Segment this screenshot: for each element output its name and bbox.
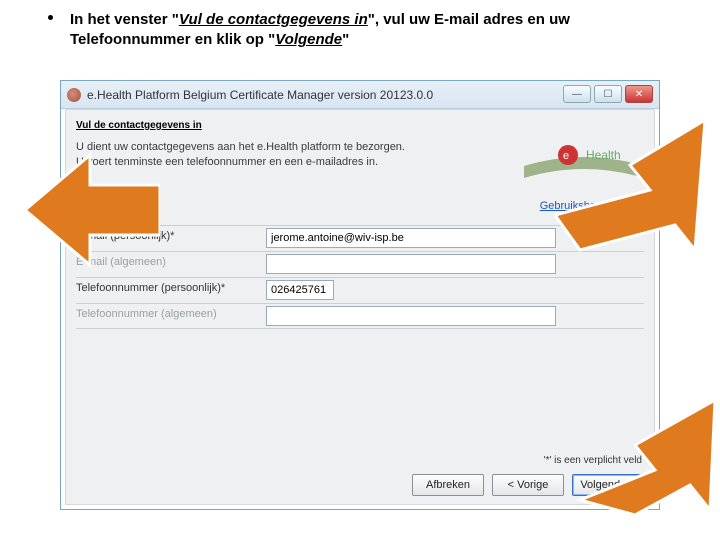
form-row: Telefoonnummer (persoonlijk)* — [76, 277, 644, 303]
instr-em1: Vul de contactgegevens in — [179, 11, 368, 28]
form-row: Telefoonnummer (algemeen) — [76, 303, 644, 329]
field-label: E-mail (algemeen) — [76, 256, 264, 268]
bullet-dot — [48, 15, 53, 20]
instr-post: " — [342, 31, 349, 48]
field-input[interactable] — [266, 254, 556, 274]
form-row: E-mail (persoonlijk)* — [76, 225, 644, 251]
window-controls: — ☐ ✕ — [563, 85, 653, 103]
help-link[interactable]: Gebruikshandleiding — [540, 200, 640, 212]
field-input[interactable] — [266, 306, 556, 326]
button-bar: Afbreken < Vorige Volgende > — [412, 474, 644, 496]
minimize-button[interactable]: — — [563, 85, 591, 103]
back-button[interactable]: < Vorige — [492, 474, 564, 496]
maximize-button[interactable]: ☐ — [594, 85, 622, 103]
form: E-mail (persoonlijk)* E-mail (algemeen) Te… — [76, 225, 644, 329]
instruction-text: In het venster "Vul de contactgegevens i… — [70, 10, 690, 51]
instr-pre: In het venster " — [70, 11, 179, 28]
java-icon — [67, 88, 81, 102]
panel-header: Vul de contactgegevens in — [76, 120, 202, 131]
content-panel: Vul de contactgegevens in U dient uw con… — [65, 109, 655, 505]
field-label: Telefoonnummer (algemeen) — [76, 308, 264, 320]
field-input[interactable] — [266, 228, 556, 248]
field-input[interactable] — [266, 280, 334, 300]
field-label: E-mail (persoonlijk)* — [76, 230, 264, 242]
window-title: e.Health Platform Belgium Certificate Ma… — [87, 88, 433, 102]
close-button[interactable]: ✕ — [625, 85, 653, 103]
field-label: Telefoonnummer (persoonlijk)* — [76, 282, 264, 294]
titlebar: e.Health Platform Belgium Certificate Ma… — [61, 81, 659, 109]
panel-description: U dient uw contactgegevens aan het e.Hea… — [76, 140, 466, 171]
logo-text: Health — [586, 148, 621, 162]
svg-text:e: e — [563, 150, 569, 162]
next-button[interactable]: Volgende > — [572, 474, 644, 496]
desc-l2: U voert tenminste een telefoonnummer en … — [76, 156, 378, 168]
form-row: E-mail (algemeen) — [76, 251, 644, 277]
cancel-button[interactable]: Afbreken — [412, 474, 484, 496]
ehealth-logo: e Health — [524, 138, 644, 178]
app-window: e.Health Platform Belgium Certificate Ma… — [60, 80, 660, 510]
desc-l1: U dient uw contactgegevens aan het e.Hea… — [76, 141, 405, 153]
instr-em2: Volgende — [275, 31, 342, 48]
required-note: '*' is een verplicht veld — [544, 455, 642, 466]
